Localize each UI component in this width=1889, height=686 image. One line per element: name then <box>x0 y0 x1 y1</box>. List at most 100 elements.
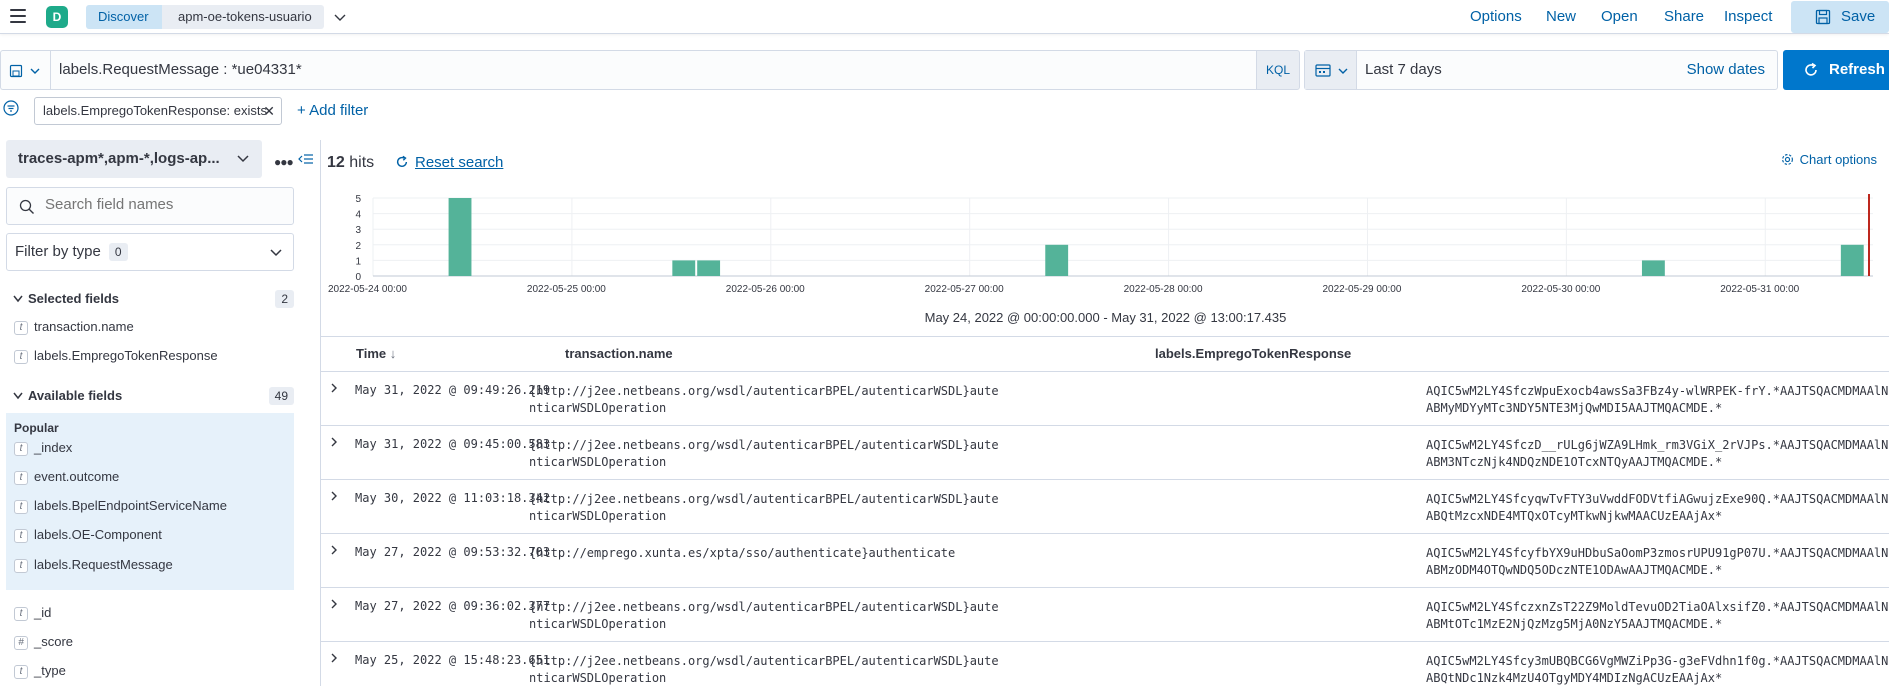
field-item[interactable]: t _type <box>14 661 66 681</box>
refresh-button[interactable]: Refresh <box>1783 50 1889 90</box>
field-item[interactable]: t _index <box>14 438 72 458</box>
available-fields-header[interactable]: Available fields 49 <box>0 383 294 409</box>
calendar-icon <box>1315 64 1331 77</box>
chevron-down-icon[interactable] <box>332 9 348 25</box>
string-type-icon: t <box>14 349 28 364</box>
cell-transaction-name: {http://j2ee.netbeans.org/wsdl/autentica… <box>529 654 999 685</box>
sort-arrow-icon[interactable]: ↓ <box>390 346 397 361</box>
available-fields-label: Available fields <box>28 388 123 403</box>
cell-token-response: AQIC5wM2LY4SfcyqwTvFTY3uVwddFODVtfiAGwuj… <box>1426 492 1889 523</box>
chevron-down-icon <box>1338 68 1348 74</box>
filter-options-icon[interactable] <box>3 100 19 116</box>
chevron-down-icon <box>13 295 23 303</box>
x-tick-label: 2022-05-25 00:00 <box>527 284 606 295</box>
kql-toggle-button[interactable]: KQL <box>1256 50 1300 90</box>
space-avatar[interactable]: D <box>46 6 68 28</box>
y-tick-label: 4 <box>355 210 361 221</box>
field-item[interactable]: t _id <box>14 603 51 623</box>
histogram-bar[interactable] <box>697 260 721 276</box>
histogram-bar[interactable] <box>1045 244 1069 276</box>
string-type-icon: t <box>14 320 28 335</box>
popular-label: Popular <box>14 421 59 435</box>
menu-icon[interactable] <box>10 9 26 23</box>
expand-row-icon[interactable] <box>329 652 339 667</box>
field-item[interactable]: t labels.EmpregoTokenResponse <box>14 346 218 366</box>
cell-time: May 27, 2022 @ 09:36:02.377 <box>355 599 551 613</box>
string-type-icon: t <box>14 528 28 543</box>
cell-transaction-name: {http://emprego.xunta.es/xpta/sso/authen… <box>529 546 956 560</box>
field-item[interactable]: t labels.RequestMessage <box>14 555 173 575</box>
query-bar: labels.RequestMessage : *ue04331* KQL <box>0 50 1300 90</box>
histogram-bar[interactable] <box>1641 260 1665 276</box>
quick-select-button[interactable] <box>1305 51 1357 89</box>
selected-fields-header[interactable]: Selected fields 2 <box>0 286 294 312</box>
histogram-bar[interactable] <box>1840 244 1864 276</box>
histogram-bar[interactable] <box>448 198 472 276</box>
available-count-badge: 49 <box>268 387 294 405</box>
x-tick-label: 2022-05-24 00:00 <box>328 284 407 295</box>
filter-by-type-button[interactable]: Filter by type 0 <box>6 233 294 271</box>
top-header: D Discover apm-oe-tokens-usuario Options… <box>0 0 1889 34</box>
collapse-sidebar-icon[interactable] <box>298 151 314 167</box>
new-link[interactable]: New <box>1546 0 1576 34</box>
field-item[interactable]: t event.outcome <box>14 467 119 487</box>
string-type-icon: t <box>14 664 28 679</box>
date-picker: Last 7 days Show dates <box>1304 50 1778 90</box>
cell-transaction-name: {http://j2ee.netbeans.org/wsdl/autentica… <box>529 438 999 469</box>
open-link[interactable]: Open <box>1601 0 1638 34</box>
index-pattern-selector[interactable]: traces-apm*,apm-*,logs-ap... <box>6 140 262 178</box>
histogram-bar[interactable] <box>672 260 696 276</box>
histogram-chart[interactable]: 0 1 2 3 4 5 2022-05-24 00:00 2022-05-25 00:00 20… <box>323 188 1883 306</box>
filter-count-badge: 0 <box>108 243 128 261</box>
results-panel: 12 hits Reset search Chart options 0 1 2 3 4… <box>320 140 1889 686</box>
breadcrumb-saved-search: apm-oe-tokens-usuario <box>162 5 324 29</box>
expand-row-icon[interactable] <box>329 382 339 397</box>
expand-row-icon[interactable] <box>329 598 339 613</box>
hits-count: 12 hits <box>327 154 375 171</box>
share-link[interactable]: Share <box>1664 0 1704 34</box>
add-filter-button[interactable]: + Add filter <box>297 97 368 125</box>
x-tick-label: 2022-05-30 00:00 <box>1521 284 1600 295</box>
field-item[interactable]: t transaction.name <box>14 317 134 337</box>
field-item[interactable]: # _score <box>14 632 73 652</box>
filter-by-type-label: Filter by type <box>15 243 101 260</box>
table-row: May 27, 2022 @ 09:53:32.703 {http://empre… <box>321 534 1889 588</box>
save-button[interactable]: Save <box>1791 1 1889 33</box>
gear-icon <box>1781 154 1793 165</box>
breadcrumb-discover[interactable]: Discover <box>86 5 163 29</box>
field-item[interactable]: t labels.OE-Component <box>14 525 162 545</box>
field-item[interactable]: t labels.BpelEndpointServiceName <box>14 496 227 516</box>
chart-options-button[interactable]: Chart options <box>1781 152 1877 167</box>
refresh-label: Refresh <box>1829 61 1885 78</box>
table-row: May 30, 2022 @ 11:03:18.342 {http://j2ee.… <box>321 480 1889 534</box>
cell-transaction-name: {http://j2ee.netbeans.org/wsdl/autentica… <box>529 384 999 415</box>
column-header-transaction-name[interactable]: transaction.name <box>565 337 673 371</box>
cell-token-response: AQIC5wM2LY4SfczxnZsT22Z9MoldTevuOD2TiaOA… <box>1426 600 1889 631</box>
options-link[interactable]: Options <box>1470 0 1522 34</box>
column-header-time[interactable]: Time ↓ <box>356 337 396 371</box>
query-input[interactable]: labels.RequestMessage : *ue04331* <box>50 50 1256 90</box>
inspect-link[interactable]: Inspect <box>1724 0 1772 34</box>
close-icon[interactable]: ✕ <box>263 98 275 124</box>
filter-pill-label: labels.EmpregoTokenResponse: exists <box>43 103 268 118</box>
saved-query-menu[interactable] <box>0 50 50 90</box>
cell-time: May 27, 2022 @ 09:53:32.703 <box>355 545 551 559</box>
string-type-icon: t <box>14 499 28 514</box>
show-dates-link[interactable]: Show dates <box>1687 51 1765 89</box>
time-range-label[interactable]: Last 7 days <box>1365 51 1442 89</box>
x-tick-label: 2022-05-29 00:00 <box>1322 284 1401 295</box>
more-options-icon[interactable]: ●●● <box>274 155 294 169</box>
refresh-icon <box>396 155 408 167</box>
field-search-input[interactable] <box>45 196 285 213</box>
filter-pill[interactable]: labels.EmpregoTokenResponse: exists ✕ <box>34 97 282 125</box>
table-row: May 25, 2022 @ 15:48:23.651 {http://j2ee.… <box>321 642 1889 686</box>
column-header-token-response[interactable]: labels.EmpregoTokenResponse <box>1155 337 1351 371</box>
selected-count-badge: 2 <box>275 290 294 308</box>
cell-transaction-name: {http://j2ee.netbeans.org/wsdl/autentica… <box>529 600 999 631</box>
y-tick-label: 3 <box>355 225 361 236</box>
expand-row-icon[interactable] <box>329 490 339 505</box>
expand-row-icon[interactable] <box>329 436 339 451</box>
chevron-down-icon <box>30 68 40 74</box>
reset-search-button[interactable]: Reset search <box>395 154 503 171</box>
expand-row-icon[interactable] <box>329 544 339 559</box>
